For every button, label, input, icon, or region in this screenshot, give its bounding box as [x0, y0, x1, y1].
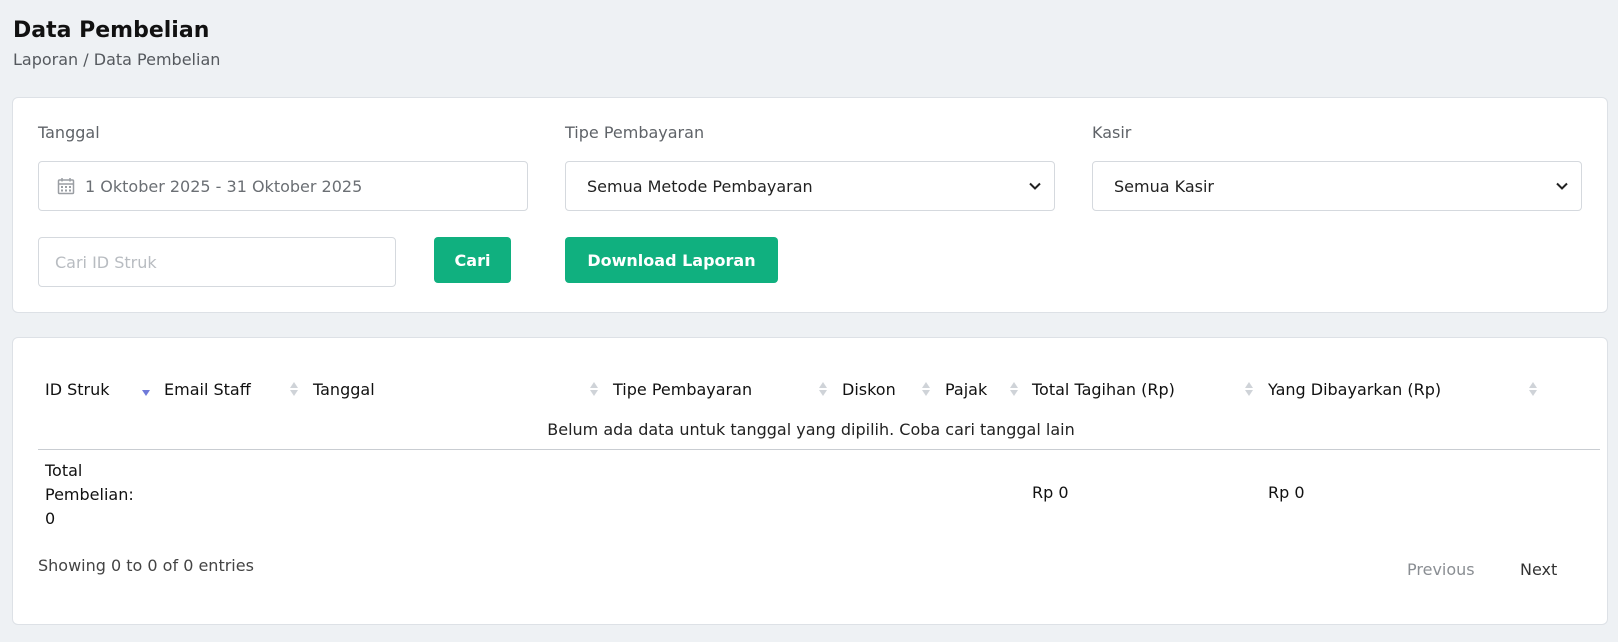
total-purchase-count: 0 [45, 509, 56, 528]
date-range-value: 1 Oktober 2025 - 31 Oktober 2025 [85, 176, 363, 196]
calendar-icon [57, 178, 75, 195]
filter-card: Tanggal Tipe Pembayaran Kasir 1 Oktober … [12, 97, 1608, 313]
payment-type-value: Semua Metode Pembayaran [587, 176, 813, 196]
column-header-diskon[interactable]: Diskon [842, 380, 896, 399]
payment-type-label: Tipe Pembayaran [565, 123, 705, 142]
table-info: Showing 0 to 0 of 0 entries [38, 556, 254, 575]
sort-icon[interactable] [818, 379, 828, 399]
empty-table-message: Belum ada data untuk tanggal yang dipili… [547, 420, 1075, 439]
next-page-button[interactable]: Next [1520, 560, 1557, 579]
cashier-value: Semua Kasir [1114, 176, 1214, 196]
chevron-down-icon [1029, 182, 1041, 190]
breadcrumb: Laporan / Data Pembelian [13, 50, 221, 69]
page-title: Data Pembelian [13, 18, 210, 43]
download-report-button[interactable]: Download Laporan [565, 237, 778, 283]
search-receipt-input[interactable] [55, 252, 395, 272]
sort-icon[interactable] [589, 379, 599, 399]
previous-page-button[interactable]: Previous [1407, 560, 1475, 579]
column-header-total-tagihan[interactable]: Total Tagihan (Rp) [1032, 380, 1175, 399]
total-tagihan-value: Rp 0 [1032, 483, 1069, 502]
sort-icon[interactable] [921, 379, 931, 399]
sort-icon[interactable] [1244, 379, 1254, 399]
chevron-down-icon [1556, 182, 1568, 190]
column-header-id-struk[interactable]: ID Struk [45, 380, 110, 399]
sort-icon[interactable] [289, 379, 299, 399]
date-label: Tanggal [38, 123, 100, 142]
column-header-email-staff[interactable]: Email Staff [164, 380, 251, 399]
total-dibayar-value: Rp 0 [1268, 483, 1305, 502]
column-header-yang-dibayarkan[interactable]: Yang Dibayarkan (Rp) [1268, 380, 1441, 399]
payment-type-select[interactable]: Semua Metode Pembayaran [565, 161, 1055, 211]
table-divider [38, 449, 1600, 450]
cashier-label: Kasir [1092, 123, 1132, 142]
sort-icon[interactable] [1009, 379, 1019, 399]
total-label-line-2: Pembelian: [45, 485, 134, 504]
search-button[interactable]: Cari [434, 237, 511, 283]
table-card: ID Struk Email Staff Tanggal Tipe Pembay… [12, 337, 1608, 625]
sort-icon[interactable] [1528, 379, 1538, 399]
sort-desc-icon[interactable] [141, 379, 151, 399]
search-receipt-field[interactable] [38, 237, 396, 287]
total-purchase-label: Total Pembelian: 0 [45, 459, 155, 531]
total-label-line-1: Total [45, 461, 83, 480]
column-header-pajak[interactable]: Pajak [945, 380, 987, 399]
cashier-select[interactable]: Semua Kasir [1092, 161, 1582, 211]
column-header-tipe-pembayaran[interactable]: Tipe Pembayaran [613, 380, 752, 399]
column-header-tanggal[interactable]: Tanggal [313, 380, 375, 399]
date-range-input[interactable]: 1 Oktober 2025 - 31 Oktober 2025 [38, 161, 528, 211]
